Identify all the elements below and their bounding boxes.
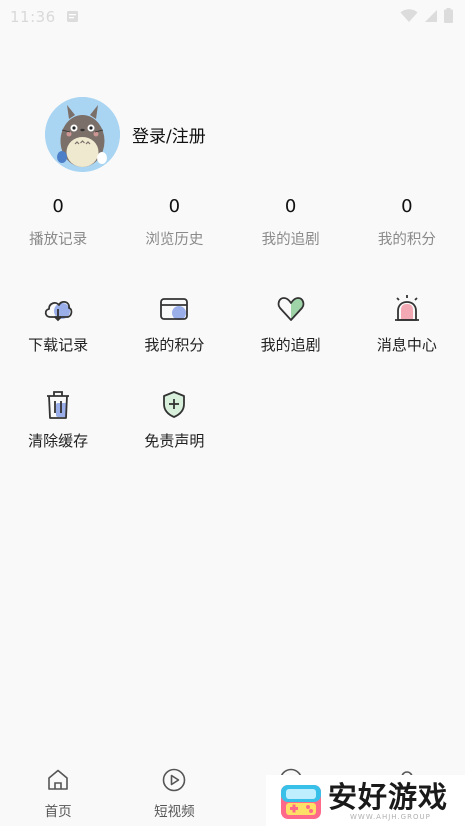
stat-label: 浏览历史 xyxy=(145,232,204,248)
feature-clear-cache[interactable]: 清除缓存 xyxy=(0,388,116,484)
feature-download-records[interactable]: 下载记录 xyxy=(0,292,116,388)
status-time: 11:36 xyxy=(10,8,56,26)
watermark: 安好游戏 WWW.AHJH.GROUP xyxy=(266,775,465,826)
watermark-subtitle: WWW.AHJH.GROUP xyxy=(350,812,431,821)
profile-header[interactable]: 登录/注册 xyxy=(45,97,206,172)
signal-icon xyxy=(424,8,438,27)
stat-label: 我的积分 xyxy=(377,232,436,248)
feature-my-follows[interactable]: 我的追剧 xyxy=(233,292,349,388)
nav-label: 短视频 xyxy=(154,804,195,820)
watermark-title: 安好游戏 xyxy=(328,779,449,814)
nav-label: 首页 xyxy=(44,804,72,820)
stat-label: 我的追剧 xyxy=(261,232,320,248)
home-icon xyxy=(46,768,70,796)
stat-value: 0 xyxy=(168,196,181,217)
stat-value: 0 xyxy=(52,196,64,217)
card-icon xyxy=(157,292,191,326)
status-bar: 11:36 xyxy=(0,0,465,34)
feature-disclaimer[interactable]: 免责声明 xyxy=(116,388,232,484)
heart-icon xyxy=(274,292,308,326)
play-icon xyxy=(162,768,186,796)
feature-label: 消息中心 xyxy=(376,336,437,354)
battery-icon xyxy=(444,7,453,27)
shield-plus-icon xyxy=(157,388,191,422)
stats-row: 0 播放记录 0 浏览历史 0 我的追剧 0 我的积分 xyxy=(0,195,465,249)
feature-message-center[interactable]: 消息中心 xyxy=(349,292,465,388)
login-register-link[interactable]: 登录/注册 xyxy=(132,122,206,147)
feature-label: 清除缓存 xyxy=(28,432,89,450)
trash-icon xyxy=(41,388,75,422)
stat-my-follows[interactable]: 0 我的追剧 xyxy=(233,195,349,249)
stat-play-history[interactable]: 0 播放记录 xyxy=(0,195,116,249)
feature-label: 我的追剧 xyxy=(260,336,321,354)
totoro-avatar-icon xyxy=(45,97,120,172)
stat-value: 0 xyxy=(401,196,413,217)
nav-home[interactable]: 首页 xyxy=(0,760,116,826)
feature-grid: 下载记录 我的积分 我的追剧 消息中心 清除缓存 免责声明 xyxy=(0,292,465,484)
feature-label: 我的积分 xyxy=(144,336,205,354)
alarm-icon xyxy=(390,292,424,326)
feature-label: 下载记录 xyxy=(28,336,89,354)
avatar[interactable] xyxy=(45,97,120,172)
gamepad-logo-icon xyxy=(280,781,322,821)
feature-my-points[interactable]: 我的积分 xyxy=(116,292,232,388)
nav-short-video[interactable]: 短视频 xyxy=(116,760,232,826)
stat-my-points[interactable]: 0 我的积分 xyxy=(349,195,465,249)
stat-label: 播放记录 xyxy=(29,232,88,248)
stat-value: 0 xyxy=(284,196,297,217)
cloud-download-icon xyxy=(41,292,75,326)
feature-label: 免责声明 xyxy=(144,432,205,450)
wifi-icon xyxy=(400,8,418,27)
stat-browse-history[interactable]: 0 浏览历史 xyxy=(116,195,232,249)
notification-icon xyxy=(66,8,79,27)
